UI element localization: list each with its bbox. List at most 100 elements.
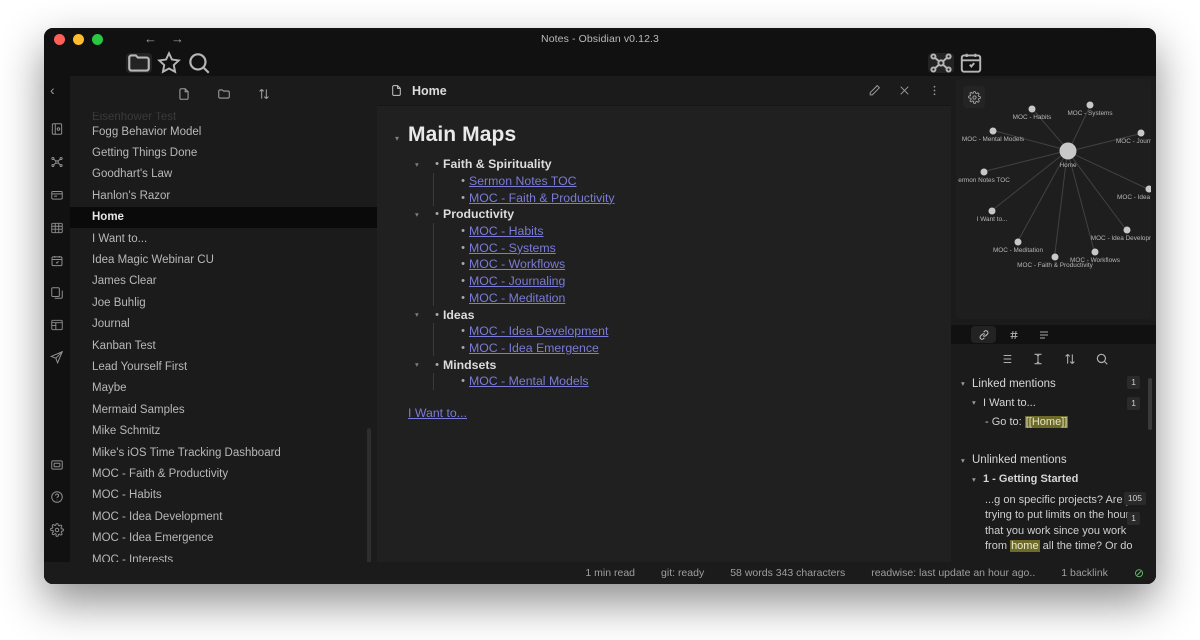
excalidraw-icon[interactable] [48, 186, 66, 204]
file-list-item[interactable]: Joe Buhlig [70, 292, 377, 313]
fold-icon[interactable]: ▾ [395, 210, 431, 219]
workspace-icon[interactable] [48, 456, 66, 474]
graph-node[interactable] [1014, 238, 1022, 246]
file-list-item[interactable]: Goodhart's Law [70, 164, 377, 185]
chevron-down-icon[interactable]: ▾ [961, 379, 972, 388]
backlinks-tab[interactable] [971, 326, 996, 343]
file-list-item[interactable]: Kanban Test [70, 335, 377, 356]
graph-view-panel[interactable]: MOC - Habits MOC - Systems MOC - Mental Mo… [956, 79, 1151, 319]
graph-node[interactable] [1028, 105, 1036, 113]
file-list-item[interactable]: Maybe [70, 378, 377, 399]
file-list-item[interactable]: James Clear [70, 271, 377, 292]
graph-node[interactable] [1051, 253, 1059, 261]
open-vault-icon[interactable] [48, 120, 66, 138]
internal-link[interactable]: MOC - Faith & Productivity [469, 191, 615, 205]
file-list-item[interactable]: Hanlon's Razor [70, 185, 377, 206]
tags-tab[interactable] [1001, 326, 1026, 343]
internal-link[interactable]: MOC - Meditation [469, 291, 565, 305]
show-context-icon[interactable] [1031, 352, 1045, 366]
heading-fold-icon[interactable]: ▾ [395, 134, 408, 143]
file-list-item[interactable]: Getting Things Done [70, 142, 377, 163]
file-list-item-selected[interactable]: Home [70, 206, 377, 228]
sort-order-icon[interactable] [1063, 352, 1077, 366]
calendar-icon[interactable] [48, 252, 66, 270]
outline-tab[interactable] [1031, 326, 1056, 343]
fold-icon[interactable]: ▾ [395, 160, 431, 169]
internal-link[interactable]: MOC - Habits [469, 224, 543, 238]
close-icon[interactable] [897, 84, 911, 98]
chevron-down-icon[interactable]: ▾ [972, 475, 983, 484]
linked-mention-file[interactable]: ▾ I Want to... 1 [961, 393, 1156, 412]
settings-icon[interactable] [48, 521, 66, 539]
file-list-item[interactable]: Lead Yourself First [70, 356, 377, 377]
calendar-tab[interactable] [958, 53, 984, 73]
internal-link[interactable]: Sermon Notes TOC [469, 174, 577, 188]
backlink-results[interactable]: ▾ Linked mentions 1 ▾ I Want to... 1 - G… [951, 374, 1156, 564]
internal-link-i-want-to[interactable]: I Want to... [408, 406, 467, 420]
internal-link[interactable]: MOC - Systems [469, 241, 556, 255]
new-folder-icon[interactable] [217, 87, 231, 101]
publish-icon[interactable] [48, 348, 66, 366]
collapse-results-icon[interactable] [999, 352, 1013, 366]
backlinks-scrollbar[interactable] [1148, 378, 1152, 430]
file-list-item[interactable]: Journal [70, 314, 377, 335]
internal-link[interactable]: MOC - Mental Models [469, 374, 589, 388]
edit-pencil-icon[interactable] [867, 84, 881, 98]
templates-icon[interactable] [48, 284, 66, 302]
linked-mentions-header[interactable]: ▾ Linked mentions 1 [961, 374, 1156, 393]
chevron-down-icon[interactable]: ▾ [972, 398, 983, 407]
unlinked-mentions-header[interactable]: ▾ Unlinked mentions 105 [961, 451, 1156, 505]
internal-link[interactable]: MOC - Idea Development [469, 324, 608, 338]
graph-tab[interactable] [928, 53, 954, 73]
chevron-down-icon[interactable]: ▾ [961, 456, 972, 465]
file-list-item[interactable]: MOC - Idea Emergence [70, 527, 377, 548]
internal-link[interactable]: MOC - Journaling [469, 274, 565, 288]
file-list-item[interactable]: Fogg Behavior Model [70, 121, 377, 142]
file-list-item[interactable]: Idea Magic Webinar CU [70, 249, 377, 270]
file-list-item[interactable]: I Want to... [70, 228, 377, 249]
star-tab[interactable] [156, 50, 182, 74]
file-list-item[interactable]: Mermaid Samples [70, 399, 377, 420]
graph-node[interactable] [988, 207, 996, 215]
fold-icon[interactable]: ▾ [395, 310, 431, 319]
folder-tab[interactable] [126, 53, 152, 73]
graph-node[interactable] [980, 168, 988, 176]
readwise-status[interactable]: readwise: last update an hour ago.. [871, 567, 1035, 579]
unlinked-mention-file[interactable]: ▾ 1 - Getting Started 1 [961, 470, 1156, 525]
graph-node-center[interactable] [1059, 142, 1077, 160]
more-options-icon[interactable] [927, 84, 941, 98]
graph-view-icon[interactable] [48, 153, 66, 171]
kanban-icon[interactable] [48, 316, 66, 334]
help-icon[interactable] [48, 488, 66, 506]
dataview-icon[interactable] [48, 219, 66, 237]
new-note-icon[interactable] [177, 87, 191, 101]
graph-node[interactable] [1145, 185, 1151, 193]
backlink-count[interactable]: 1 backlink [1061, 567, 1108, 579]
graph-node[interactable] [1137, 129, 1145, 137]
linked-mention-context[interactable]: - Go to: [[Home]] [961, 412, 1156, 431]
graph-node[interactable] [1086, 101, 1094, 109]
editor-content[interactable]: ▾ Main Maps ▾ • Faith & Spirituality • S… [377, 106, 951, 584]
internal-link[interactable]: MOC - Idea Emergence [469, 341, 599, 355]
file-list-item[interactable]: Mike's iOS Time Tracking Dashboard [70, 442, 377, 463]
internal-link[interactable]: MOC - Workflows [469, 257, 565, 271]
graph-node[interactable] [989, 127, 997, 135]
graph-canvas[interactable]: MOC - Habits MOC - Systems MOC - Mental Mo… [956, 79, 1151, 319]
fold-icon[interactable]: ▾ [395, 360, 431, 369]
explorer-vertical-scrollbar[interactable] [367, 428, 371, 584]
file-list-item[interactable]: MOC - Idea Development [70, 506, 377, 527]
collapse-sidebar-chevron-icon[interactable]: ‹ [50, 82, 55, 98]
file-list-item[interactable]: MOC - Habits [70, 485, 377, 506]
search-tab[interactable] [186, 53, 212, 74]
graph-node[interactable] [1091, 248, 1099, 256]
graph-node[interactable] [1123, 226, 1131, 234]
editor-pane: Home ▾ Main Maps ▾ • Faith & Spiritualit… [377, 76, 951, 584]
search-filter-icon[interactable] [1095, 352, 1109, 366]
file-list-item[interactable]: Eisenhower Test [70, 112, 377, 121]
sort-icon[interactable] [257, 87, 271, 101]
file-list[interactable]: Eisenhower Test Fogg Behavior Model Gett… [70, 112, 377, 584]
file-list-item[interactable]: MOC - Faith & Productivity [70, 463, 377, 484]
git-status[interactable]: git: ready [661, 567, 704, 579]
file-list-item[interactable]: Mike Schmitz [70, 420, 377, 441]
sync-status-icon[interactable]: ⊘ [1134, 566, 1144, 580]
